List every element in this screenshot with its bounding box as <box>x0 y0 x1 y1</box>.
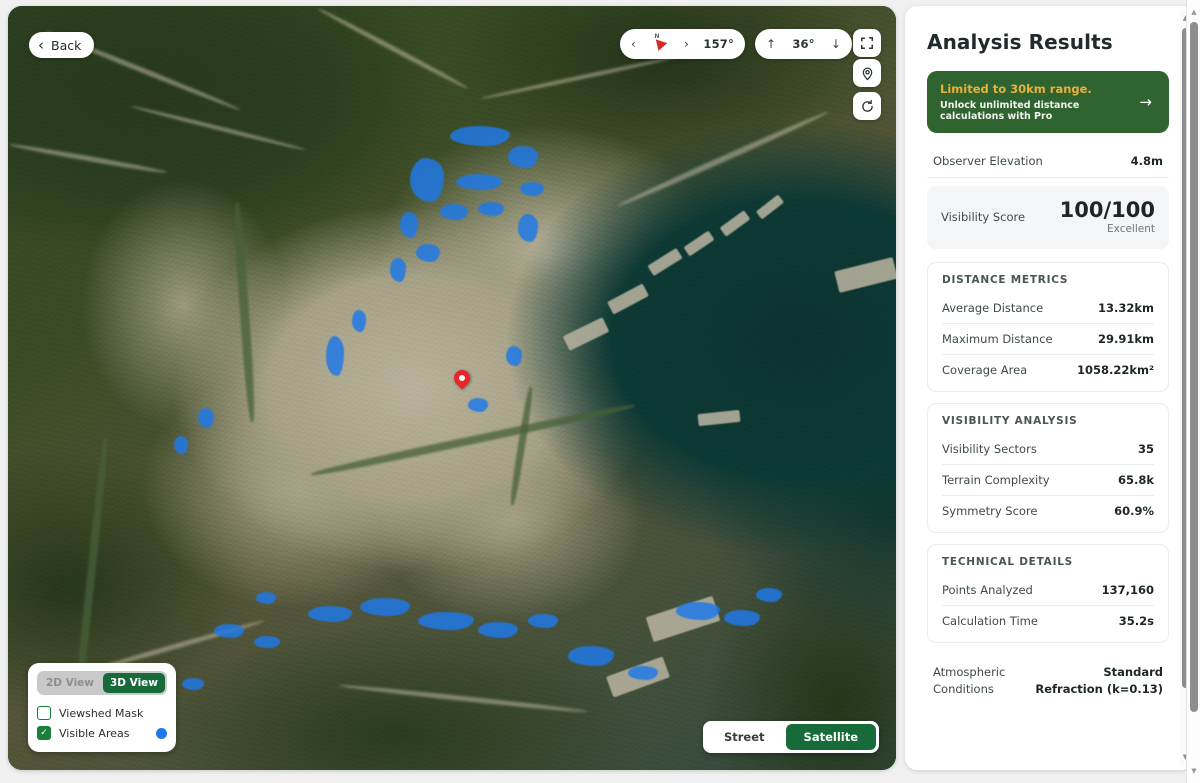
compass-icon[interactable]: N <box>650 33 669 54</box>
metric-value: 1058.22km² <box>1076 363 1154 378</box>
back-button[interactable]: ‹ Back <box>29 32 95 58</box>
atmospheric-conditions-label: Atmospheric Conditions <box>933 665 1006 696</box>
back-button-label: Back <box>51 37 82 53</box>
technical-details-heading: TECHNICAL DETAILS <box>942 556 1073 569</box>
viewshed-mask-label: Viewshed Mask <box>59 706 144 720</box>
viewshed-mask-checkbox[interactable] <box>37 706 51 720</box>
bearing-value: 157° <box>703 37 734 51</box>
visible-areas-label: Visible Areas <box>59 726 130 740</box>
app-root: ‹ Back ‹ N › 157° ↑ 36° ↓ 2D View 3D Vie… <box>0 0 1200 783</box>
view-mode-toggle[interactable]: 2D View 3D View <box>37 671 167 695</box>
metric-value: 65.8k <box>1117 473 1154 488</box>
visible-areas-checkbox[interactable]: ✓ <box>37 726 51 740</box>
pro-banner-subline: Unlock unlimited distance calculations w… <box>940 100 1080 122</box>
table-row: Maximum Distance 29.91km <box>932 324 1164 354</box>
visibility-score-card: Visibility Score 100/100 Excellent <box>927 186 1169 250</box>
visibility-analysis-heading: VISIBILITY ANALYSIS <box>942 415 1078 428</box>
bearing-increase-icon[interactable]: › <box>684 38 689 50</box>
map-pin-center-dot <box>459 375 465 381</box>
arrow-right-icon: → <box>1139 93 1152 111</box>
view-mode-2d[interactable]: 2D View <box>39 673 101 693</box>
window-scroll-down-arrow-icon[interactable]: ▼ <box>1187 767 1200 775</box>
fullscreen-button[interactable] <box>853 29 881 57</box>
visibility-score-values: 100/100 Excellent <box>1060 199 1155 235</box>
expand-icon <box>861 37 873 49</box>
table-row: Points Analyzed 137,160 <box>932 575 1164 605</box>
window-scroll-up-arrow-icon[interactable]: ▲ <box>1187 8 1200 16</box>
locate-button[interactable] <box>853 59 881 87</box>
metric-label: Points Analyzed <box>942 583 1033 598</box>
metric-label: Calculation Time <box>942 614 1038 629</box>
map-style-satellite[interactable]: Satellite <box>785 724 876 750</box>
metric-label: Maximum Distance <box>942 332 1053 347</box>
metric-label: Coverage Area <box>942 363 1028 378</box>
visible-areas-color-swatch <box>156 727 167 739</box>
atmospheric-conditions-value: Standard Refraction (k=0.13) <box>1035 665 1163 696</box>
visibility-score-label: Visibility Score <box>941 210 1026 225</box>
table-row: Average Distance 13.32km <box>932 293 1164 323</box>
observer-elevation-label: Observer Elevation <box>933 154 1043 168</box>
metric-value: 35 <box>1137 442 1154 457</box>
visibility-score-value: 100/100 <box>1059 198 1155 222</box>
visibility-score-rating: Excellent <box>1107 223 1155 236</box>
refresh-icon <box>861 99 873 112</box>
metric-label: Terrain Complexity <box>942 473 1050 488</box>
tilt-up-icon[interactable]: ↑ <box>766 38 776 50</box>
technical-details-card: TECHNICAL DETAILS Points Analyzed 137,16… <box>927 544 1169 644</box>
map-style-street[interactable]: Street <box>706 724 783 750</box>
table-row: Terrain Complexity 65.8k <box>932 465 1164 495</box>
analysis-results-panel: Analysis Results Limited to 30km range. … <box>905 6 1193 770</box>
table-row: Symmetry Score 60.9% <box>932 496 1164 526</box>
observer-elevation-value: 4.8m <box>1130 154 1163 168</box>
observer-elevation-row: Observer Elevation 4.8m <box>927 145 1169 177</box>
table-row: Coverage Area 1058.22km² <box>932 355 1164 385</box>
visibility-analysis-card: VISIBILITY ANALYSIS Visibility Sectors 3… <box>927 403 1169 534</box>
atmospheric-conditions-row: Atmospheric Conditions Standard Refracti… <box>927 654 1169 701</box>
view-mode-3d[interactable]: 3D View <box>103 673 165 693</box>
page-title: Analysis Results <box>927 30 1113 54</box>
map-style-toggle[interactable]: Street Satellite <box>702 721 879 753</box>
compass-needle-icon <box>653 38 668 53</box>
divider <box>927 177 1169 178</box>
tilt-down-icon[interactable]: ↓ <box>831 38 841 50</box>
distance-metrics-card: DISTANCE METRICS Average Distance 13.32k… <box>927 262 1169 393</box>
chevron-left-icon: ‹ <box>38 35 44 54</box>
observer-marker[interactable] <box>450 366 474 390</box>
distance-metrics-heading: DISTANCE METRICS <box>942 274 1069 287</box>
table-row: Visibility Sectors 35 <box>932 434 1164 464</box>
tilt-control[interactable]: ↑ 36° ↓ <box>755 29 852 59</box>
metric-value: 13.32km <box>1097 301 1154 316</box>
map-container[interactable]: ‹ Back ‹ N › 157° ↑ 36° ↓ 2D View 3D Vie… <box>8 6 896 770</box>
map-canvas[interactable] <box>8 6 896 770</box>
window-scrollbar-thumb[interactable] <box>1190 22 1198 712</box>
metric-value: 29.91km <box>1097 332 1154 347</box>
map-legend-panel[interactable]: 2D View 3D View Viewshed Mask ✓ Visible … <box>28 663 176 752</box>
metric-label: Symmetry Score <box>942 504 1038 519</box>
refresh-button[interactable] <box>853 92 881 120</box>
bearing-decrease-icon[interactable]: ‹ <box>631 38 636 50</box>
bearing-control[interactable]: ‹ N › 157° <box>620 29 745 59</box>
pro-upgrade-banner[interactable]: Limited to 30km range. Unlock unlimited … <box>927 71 1169 133</box>
location-pin-icon <box>862 67 872 80</box>
tilt-value: 36° <box>792 37 815 51</box>
legend-item-viewshed-mask[interactable]: Viewshed Mask <box>37 703 167 723</box>
metric-value: 35.2s <box>1118 614 1154 629</box>
metric-label: Visibility Sectors <box>942 442 1037 457</box>
analysis-results-content: Analysis Results Limited to 30km range. … <box>905 6 1179 770</box>
pro-banner-headline: Limited to 30km range. <box>940 82 1092 96</box>
legend-item-visible-areas[interactable]: ✓ Visible Areas <box>37 723 167 743</box>
window-scrollbar[interactable]: ▲ ▼ <box>1186 0 1200 783</box>
metric-value: 137,160 <box>1101 583 1154 598</box>
table-row: Calculation Time 35.2s <box>932 606 1164 636</box>
metric-value: 60.9% <box>1114 504 1154 519</box>
metric-label: Average Distance <box>942 301 1044 316</box>
pro-banner-text: Limited to 30km range. Unlock unlimited … <box>940 82 1129 122</box>
